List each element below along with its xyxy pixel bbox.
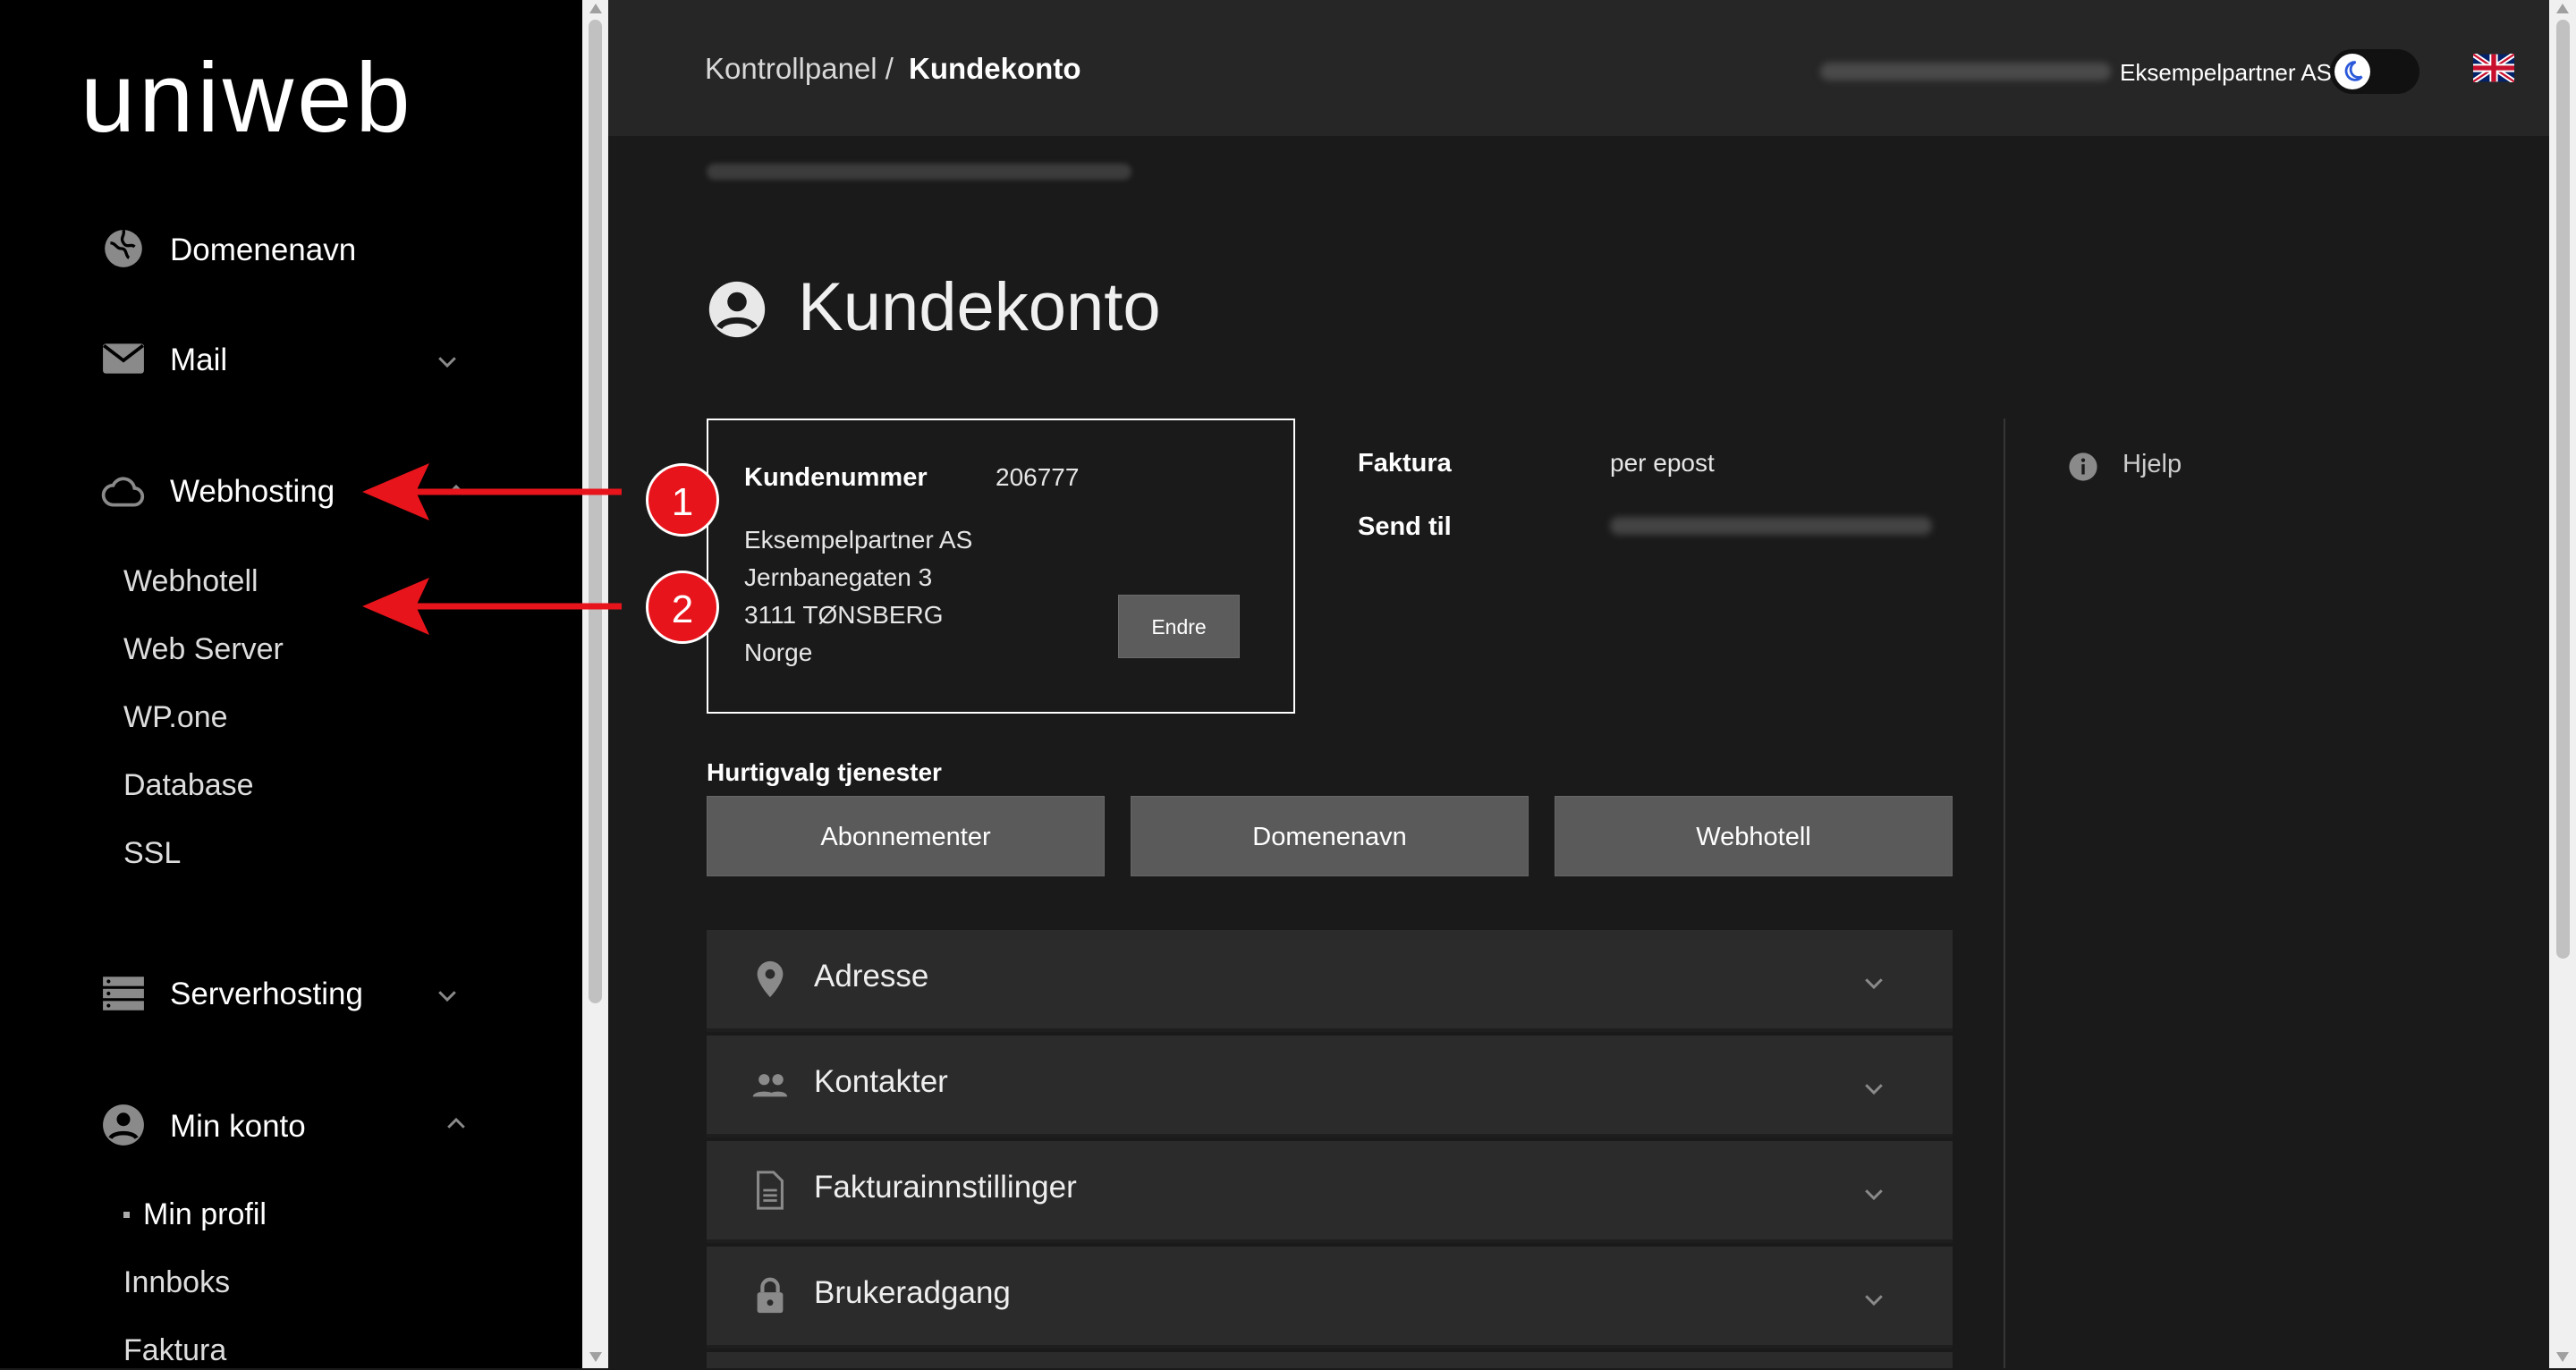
scrollbar-thumb[interactable] <box>2556 20 2570 959</box>
annotation-badge-1: 1 <box>646 463 719 537</box>
accordion-fakturainnstillinger[interactable]: Fakturainnstillinger <box>707 1141 1953 1243</box>
vertical-divider <box>2004 419 2005 1368</box>
page-title: Kundekonto <box>798 269 1161 345</box>
accordion-brukeradgang[interactable]: Brukeradgang <box>707 1247 1953 1349</box>
breadcrumb-root[interactable]: Kontrollpanel / <box>705 52 894 86</box>
invoice-label: Faktura <box>1358 449 1452 478</box>
accordion-label: Fakturainnstillinger <box>814 1170 1077 1205</box>
sidebar-item-mail[interactable]: Mail <box>0 334 582 387</box>
customer-number-label: Kundenummer <box>744 463 928 492</box>
accordion-next-partial <box>707 1352 1953 1368</box>
location-pin-icon <box>757 960 784 998</box>
sidebar-subitem-innboks[interactable]: Innboks <box>123 1263 230 1302</box>
mail-icon <box>102 343 145 374</box>
customer-number: 206777 <box>996 463 1080 491</box>
send-to-email-redacted <box>1610 517 1932 535</box>
chevron-down-icon[interactable] <box>434 348 461 375</box>
page-scrollbar[interactable] <box>2549 0 2576 1368</box>
scroll-up-arrow[interactable] <box>2556 4 2569 13</box>
sidebar-item-label: Serverhosting <box>170 977 363 1011</box>
sidebar-scrollbar[interactable] <box>582 0 608 1368</box>
scroll-up-arrow[interactable] <box>589 4 602 13</box>
active-bullet <box>123 1212 130 1218</box>
sidebar: uniweb Domenenavn Mail Webhosting Webhot… <box>0 0 582 1368</box>
info-icon[interactable] <box>2068 452 2098 482</box>
accordion-kontakter[interactable]: Kontakter <box>707 1036 1953 1137</box>
people-icon <box>752 1074 788 1097</box>
sidebar-item-domenenavn[interactable]: Domenenavn <box>0 224 582 277</box>
globe-icon <box>105 229 142 267</box>
theme-toggle[interactable] <box>2330 49 2419 94</box>
system-status-redacted <box>707 164 1131 180</box>
accordion-label: Kontakter <box>814 1064 948 1099</box>
sidebar-subitem-faktura[interactable]: Faktura <box>123 1331 226 1370</box>
customer-name: Eksempelpartner AS <box>744 526 973 554</box>
account-circle-icon <box>103 1104 144 1146</box>
chevron-down-icon[interactable] <box>434 982 461 1009</box>
sidebar-subitem-wp-one[interactable]: WP.one <box>123 698 228 737</box>
partner-name[interactable]: Eksempelpartner AS <box>2120 59 2332 87</box>
annotation-arrows <box>362 463 622 635</box>
document-icon <box>757 1171 784 1210</box>
sidebar-subitem-web-server[interactable]: Web Server <box>123 630 284 669</box>
annotation-badge-2: 2 <box>646 571 719 644</box>
scroll-down-arrow[interactable] <box>589 1352 602 1362</box>
help-link[interactable]: Hjelp <box>2123 450 2182 479</box>
sidebar-item-label: Webhosting <box>170 474 335 509</box>
sidebar-subitem-webhotell[interactable]: Webhotell <box>123 562 258 601</box>
scroll-down-arrow[interactable] <box>2556 1352 2569 1362</box>
sidebar-item-label: Mail <box>170 342 228 377</box>
accordion-label: Brukeradgang <box>814 1275 1011 1310</box>
account-circle-icon <box>708 281 766 338</box>
sidebar-item-min-konto[interactable]: Min konto <box>0 1100 582 1154</box>
quick-domenenavn-button[interactable]: Domenenavn <box>1131 796 1529 876</box>
edit-customer-button[interactable]: Endre <box>1118 595 1240 658</box>
accordion-label: Adresse <box>814 959 929 994</box>
quick-abonnementer-button[interactable]: Abonnementer <box>707 796 1105 876</box>
breadcrumb-current: Kundekonto <box>909 52 1081 85</box>
sidebar-subitem-ssl[interactable]: SSL <box>123 833 181 873</box>
uniweb-logo[interactable]: uniweb <box>80 45 414 152</box>
invoice-value: per epost <box>1610 449 1715 477</box>
chevron-down-icon <box>1865 1084 1883 1095</box>
chevron-up-icon[interactable] <box>443 1111 470 1137</box>
toggle-knob <box>2334 54 2370 89</box>
sidebar-item-serverhosting[interactable]: Serverhosting <box>0 968 582 1021</box>
quick-webhotell-button[interactable]: Webhotell <box>1555 796 1953 876</box>
chevron-down-icon <box>1865 1189 1883 1201</box>
uk-flag-icon[interactable] <box>2473 54 2514 82</box>
user-email-redacted <box>1820 63 2111 80</box>
customer-city: 3111 TØNSBERG <box>744 601 944 629</box>
sidebar-subitem-database[interactable]: Database <box>123 765 254 805</box>
sidebar-subitem-min-profil[interactable]: Min profil <box>143 1195 267 1234</box>
accordion-adresse[interactable]: Adresse <box>707 930 1953 1032</box>
server-icon <box>103 977 144 1011</box>
quick-services-title: Hurtigvalg tjenester <box>707 758 942 786</box>
cloud-icon <box>101 477 145 507</box>
sidebar-item-label: Min konto <box>170 1109 306 1144</box>
sidebar-item-label: Domenenavn <box>170 233 357 267</box>
chevron-down-icon <box>1865 978 1883 990</box>
chevron-down-icon <box>1865 1295 1883 1307</box>
customer-country: Norge <box>744 638 813 666</box>
customer-street: Jernbanegaten 3 <box>744 563 933 591</box>
send-to-label: Send til <box>1358 512 1452 541</box>
moon-icon <box>2344 61 2363 81</box>
lock-icon <box>757 1277 784 1314</box>
